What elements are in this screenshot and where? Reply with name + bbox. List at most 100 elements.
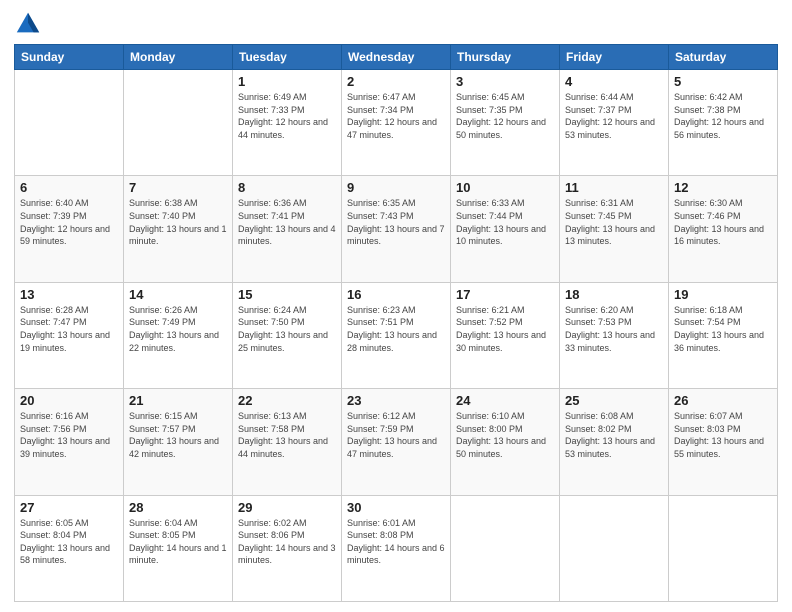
calendar-cell: 29 Sunrise: 6:02 AM Sunset: 8:06 PM Dayli… <box>233 495 342 601</box>
day-number: 24 <box>456 393 554 408</box>
calendar-cell: 19Sunrise: 6:18 AM Sunset: 7:54 PM Dayli… <box>669 282 778 388</box>
calendar-cell: 3 Sunrise: 6:45 AM Sunset: 7:35 PM Daylig… <box>451 70 560 176</box>
day-number: 13 <box>20 287 118 302</box>
calendar-cell: 17 Sunrise: 6:21 AM Sunset: 7:52 PM Dayli… <box>451 282 560 388</box>
calendar-cell: 20 Sunrise: 6:16 AM Sunset: 7:56 PM Dayli… <box>15 389 124 495</box>
calendar-table: SundayMondayTuesdayWednesdayThursdayFrid… <box>14 44 778 602</box>
day-number: 16 <box>347 287 445 302</box>
day-number: 17 <box>456 287 554 302</box>
week-row-5: 27 Sunrise: 6:05 AM Sunset: 8:04 PM Dayli… <box>15 495 778 601</box>
calendar-cell: 1 Sunrise: 6:49 AM Sunset: 7:33 PM Daylig… <box>233 70 342 176</box>
day-number: 29 <box>238 500 336 515</box>
day-info: Sunrise: 6:13 AM Sunset: 7:58 PM Dayligh… <box>238 410 336 460</box>
calendar-cell <box>124 70 233 176</box>
calendar-cell: 22 Sunrise: 6:13 AM Sunset: 7:58 PM Dayli… <box>233 389 342 495</box>
day-number: 3 <box>456 74 554 89</box>
day-info: Sunrise: 6:21 AM Sunset: 7:52 PM Dayligh… <box>456 304 554 354</box>
weekday-header-thursday: Thursday <box>451 45 560 70</box>
day-info: Sunrise: 6:36 AM Sunset: 7:41 PM Dayligh… <box>238 197 336 247</box>
weekday-row: SundayMondayTuesdayWednesdayThursdayFrid… <box>15 45 778 70</box>
day-number: 18 <box>565 287 663 302</box>
day-info: Sunrise: 6:05 AM Sunset: 8:04 PM Dayligh… <box>20 517 118 567</box>
day-info: Sunrise: 6:16 AM Sunset: 7:56 PM Dayligh… <box>20 410 118 460</box>
day-number: 30 <box>347 500 445 515</box>
day-info: Sunrise: 6:38 AM Sunset: 7:40 PM Dayligh… <box>129 197 227 247</box>
weekday-header-wednesday: Wednesday <box>342 45 451 70</box>
day-number: 25 <box>565 393 663 408</box>
day-number: 7 <box>129 180 227 195</box>
calendar-cell: 12 Sunrise: 6:30 AM Sunset: 7:46 PM Dayli… <box>669 176 778 282</box>
calendar-cell: 30Sunrise: 6:01 AM Sunset: 8:08 PM Dayli… <box>342 495 451 601</box>
day-number: 15 <box>238 287 336 302</box>
week-row-2: 6 Sunrise: 6:40 AM Sunset: 7:39 PM Daylig… <box>15 176 778 282</box>
calendar-cell <box>15 70 124 176</box>
calendar-cell: 23Sunrise: 6:12 AM Sunset: 7:59 PM Dayli… <box>342 389 451 495</box>
calendar-cell: 18 Sunrise: 6:20 AM Sunset: 7:53 PM Dayli… <box>560 282 669 388</box>
day-number: 20 <box>20 393 118 408</box>
weekday-header-friday: Friday <box>560 45 669 70</box>
day-info: Sunrise: 6:15 AM Sunset: 7:57 PM Dayligh… <box>129 410 227 460</box>
day-info: Sunrise: 6:45 AM Sunset: 7:35 PM Dayligh… <box>456 91 554 141</box>
calendar-cell: 16Sunrise: 6:23 AM Sunset: 7:51 PM Dayli… <box>342 282 451 388</box>
calendar-cell <box>669 495 778 601</box>
day-info: Sunrise: 6:20 AM Sunset: 7:53 PM Dayligh… <box>565 304 663 354</box>
weekday-header-monday: Monday <box>124 45 233 70</box>
calendar-cell: 27 Sunrise: 6:05 AM Sunset: 8:04 PM Dayli… <box>15 495 124 601</box>
day-number: 1 <box>238 74 336 89</box>
calendar-cell: 7 Sunrise: 6:38 AM Sunset: 7:40 PM Daylig… <box>124 176 233 282</box>
day-number: 4 <box>565 74 663 89</box>
calendar-cell: 15 Sunrise: 6:24 AM Sunset: 7:50 PM Dayli… <box>233 282 342 388</box>
day-number: 21 <box>129 393 227 408</box>
page: SundayMondayTuesdayWednesdayThursdayFrid… <box>0 0 792 612</box>
day-info: Sunrise: 6:42 AM Sunset: 7:38 PM Dayligh… <box>674 91 772 141</box>
weekday-header-sunday: Sunday <box>15 45 124 70</box>
calendar-cell: 10 Sunrise: 6:33 AM Sunset: 7:44 PM Dayli… <box>451 176 560 282</box>
calendar-cell: 11Sunrise: 6:31 AM Sunset: 7:45 PM Dayli… <box>560 176 669 282</box>
day-number: 12 <box>674 180 772 195</box>
day-number: 9 <box>347 180 445 195</box>
calendar-cell: 24Sunrise: 6:10 AM Sunset: 8:00 PM Dayli… <box>451 389 560 495</box>
day-number: 8 <box>238 180 336 195</box>
day-info: Sunrise: 6:31 AM Sunset: 7:45 PM Dayligh… <box>565 197 663 247</box>
day-info: Sunrise: 6:02 AM Sunset: 8:06 PM Dayligh… <box>238 517 336 567</box>
day-number: 27 <box>20 500 118 515</box>
day-info: Sunrise: 6:49 AM Sunset: 7:33 PM Dayligh… <box>238 91 336 141</box>
day-number: 22 <box>238 393 336 408</box>
day-number: 5 <box>674 74 772 89</box>
day-info: Sunrise: 6:30 AM Sunset: 7:46 PM Dayligh… <box>674 197 772 247</box>
calendar-cell: 14Sunrise: 6:26 AM Sunset: 7:49 PM Dayli… <box>124 282 233 388</box>
day-number: 23 <box>347 393 445 408</box>
calendar-header: SundayMondayTuesdayWednesdayThursdayFrid… <box>15 45 778 70</box>
week-row-3: 13 Sunrise: 6:28 AM Sunset: 7:47 PM Dayli… <box>15 282 778 388</box>
day-info: Sunrise: 6:26 AM Sunset: 7:49 PM Dayligh… <box>129 304 227 354</box>
logo-icon <box>14 10 42 38</box>
header <box>14 10 778 38</box>
day-info: Sunrise: 6:24 AM Sunset: 7:50 PM Dayligh… <box>238 304 336 354</box>
calendar-cell: 4Sunrise: 6:44 AM Sunset: 7:37 PM Daylig… <box>560 70 669 176</box>
day-number: 28 <box>129 500 227 515</box>
week-row-1: 1 Sunrise: 6:49 AM Sunset: 7:33 PM Daylig… <box>15 70 778 176</box>
day-info: Sunrise: 6:35 AM Sunset: 7:43 PM Dayligh… <box>347 197 445 247</box>
day-number: 6 <box>20 180 118 195</box>
weekday-header-saturday: Saturday <box>669 45 778 70</box>
day-info: Sunrise: 6:47 AM Sunset: 7:34 PM Dayligh… <box>347 91 445 141</box>
day-number: 26 <box>674 393 772 408</box>
day-info: Sunrise: 6:40 AM Sunset: 7:39 PM Dayligh… <box>20 197 118 247</box>
day-info: Sunrise: 6:28 AM Sunset: 7:47 PM Dayligh… <box>20 304 118 354</box>
calendar-cell: 8 Sunrise: 6:36 AM Sunset: 7:41 PM Daylig… <box>233 176 342 282</box>
logo <box>14 10 46 38</box>
day-number: 19 <box>674 287 772 302</box>
calendar-cell: 5 Sunrise: 6:42 AM Sunset: 7:38 PM Daylig… <box>669 70 778 176</box>
day-number: 10 <box>456 180 554 195</box>
calendar-cell: 21 Sunrise: 6:15 AM Sunset: 7:57 PM Dayli… <box>124 389 233 495</box>
day-info: Sunrise: 6:08 AM Sunset: 8:02 PM Dayligh… <box>565 410 663 460</box>
day-number: 2 <box>347 74 445 89</box>
calendar-cell: 13 Sunrise: 6:28 AM Sunset: 7:47 PM Dayli… <box>15 282 124 388</box>
day-info: Sunrise: 6:07 AM Sunset: 8:03 PM Dayligh… <box>674 410 772 460</box>
calendar-cell: 26 Sunrise: 6:07 AM Sunset: 8:03 PM Dayli… <box>669 389 778 495</box>
week-row-4: 20 Sunrise: 6:16 AM Sunset: 7:56 PM Dayli… <box>15 389 778 495</box>
calendar-cell: 6 Sunrise: 6:40 AM Sunset: 7:39 PM Daylig… <box>15 176 124 282</box>
calendar-cell: 2 Sunrise: 6:47 AM Sunset: 7:34 PM Daylig… <box>342 70 451 176</box>
calendar-cell: 9 Sunrise: 6:35 AM Sunset: 7:43 PM Daylig… <box>342 176 451 282</box>
day-info: Sunrise: 6:33 AM Sunset: 7:44 PM Dayligh… <box>456 197 554 247</box>
